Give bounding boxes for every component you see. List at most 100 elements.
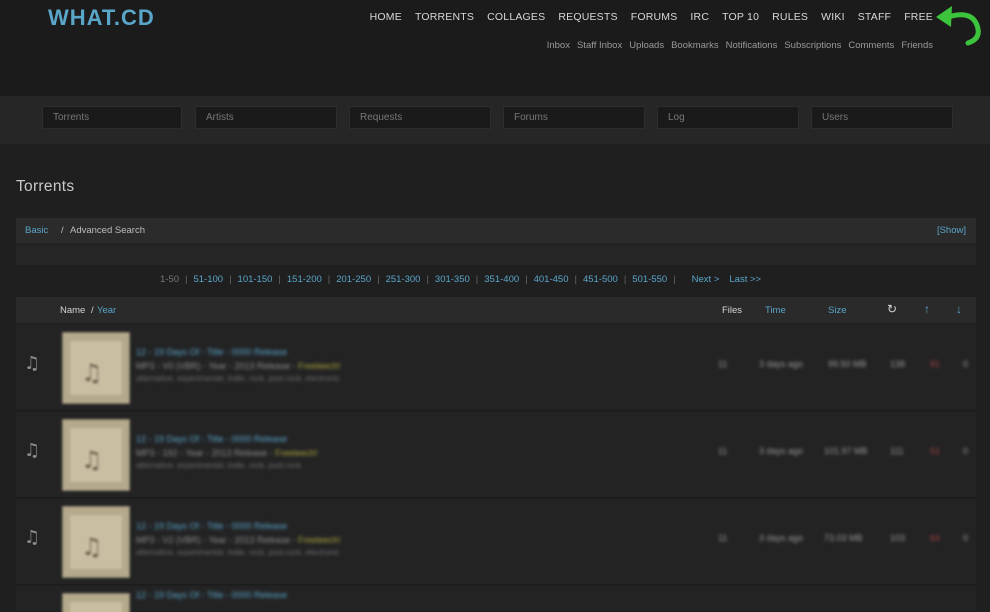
torrent-size: 101.97 MB [824, 446, 868, 456]
torrent-time: 3 days ago [759, 446, 804, 456]
torrent-size: 73.03 MB [824, 533, 863, 543]
show-search-link[interactable]: [Show] [937, 225, 966, 236]
user-nav-uploads[interactable]: Uploads [629, 40, 664, 51]
pagination-divider: | [377, 274, 380, 285]
torrent-format: MP3 - V0 (VBR) - Year - 2013 Release - [136, 361, 296, 371]
search-forums-input[interactable]: Forums [503, 106, 645, 129]
torrent-files: 11 [718, 533, 728, 543]
album-cover[interactable]: ♫ [62, 419, 130, 491]
pagination-next[interactable]: Next > [692, 274, 720, 285]
torrent-info: MP3 - 192 - Year - 2013 Release - Freele… [136, 448, 318, 458]
user-nav-subscriptions[interactable]: Subscriptions [784, 40, 841, 51]
search-torrents-input[interactable]: Torrents [42, 106, 182, 129]
torrent-row: 12 - 19 Days Of - Title - 0000 Release [16, 586, 976, 612]
user-nav-inbox[interactable]: Inbox [547, 40, 570, 51]
torrent-snatches: 103 [890, 533, 906, 543]
page-title: Torrents [16, 178, 75, 195]
pagination-current: 1-50 [160, 274, 180, 285]
user-nav-friends[interactable]: Friends [901, 40, 933, 51]
torrent-title-link[interactable]: 12 - 19 Days Of - Title - 0000 Release [136, 521, 287, 531]
torrent-tags[interactable]: alternative, experimental, indie, rock, … [136, 374, 340, 383]
sort-by-time[interactable]: Time [765, 305, 786, 316]
torrent-info: MP3 - V0 (VBR) - Year - 2013 Release - F… [136, 361, 341, 371]
pagination-page[interactable]: 151-200 [287, 274, 322, 285]
search-form-collapsed [16, 245, 976, 265]
freeleech-badge: Freeleech! [298, 361, 341, 371]
site-logo[interactable]: WHAT.CD [48, 5, 155, 31]
torrent-format: MP3 - 192 - Year - 2013 Release - [136, 448, 273, 458]
torrent-seeders: 64 [930, 533, 941, 543]
nav-home[interactable]: HOME [370, 11, 402, 23]
torrent-time: 3 days ago [759, 533, 804, 543]
torrent-title-link[interactable]: 12 - 19 Days Of - Title - 0000 Release [136, 347, 287, 357]
pagination-page[interactable]: 351-400 [484, 274, 519, 285]
pagination-page[interactable]: 501-550 [632, 274, 667, 285]
pagination-divider: | [185, 274, 188, 285]
user-nav-bookmarks[interactable]: Bookmarks [671, 40, 719, 51]
nav-rules[interactable]: RULES [772, 11, 808, 23]
nav-wiki[interactable]: WIKI [821, 11, 845, 23]
green-curved-arrow-icon [936, 6, 981, 46]
torrent-leechers: 0 [963, 533, 969, 543]
torrent-table-header: Name / Year Files Time Size ↻ ↑ ↓ [16, 297, 976, 323]
search-users-input[interactable]: Users [811, 106, 953, 129]
pagination-divider: | [229, 274, 232, 285]
main-nav: HOME TORRENTS COLLAGES REQUESTS FORUMS I… [357, 11, 933, 23]
nav-irc[interactable]: IRC [690, 11, 709, 23]
album-cover[interactable]: ♫ [62, 506, 130, 578]
user-nav-notifications[interactable]: Notifications [726, 40, 778, 51]
snatched-refresh-icon[interactable]: ↻ [887, 302, 897, 316]
pagination-divider: | [278, 274, 281, 285]
torrent-title-link[interactable]: 12 - 19 Days Of - Title - 0000 Release [136, 590, 287, 600]
search-log-input[interactable]: Log [657, 106, 799, 129]
sort-by-files[interactable]: Files [722, 305, 742, 316]
pagination-divider: | [475, 274, 479, 285]
search-requests-input[interactable]: Requests [349, 106, 491, 129]
advanced-search-link[interactable]: Advanced Search [70, 225, 145, 236]
pagination-page[interactable]: 301-350 [435, 274, 470, 285]
torrent-tags[interactable]: alternative, experimental, indie, rock, … [136, 548, 340, 557]
pagination-divider: | [426, 274, 429, 285]
torrent-snatches: 111 [890, 446, 904, 456]
pagination-divider: | [673, 274, 676, 285]
basic-search-link[interactable]: Basic [25, 225, 48, 236]
torrent-format: MP3 - V2 (VBR) - Year - 2013 Release - [136, 535, 296, 545]
album-cover[interactable] [62, 593, 130, 612]
torrent-files: 11 [718, 446, 728, 456]
pagination-page[interactable]: 51-100 [193, 274, 223, 285]
user-nav-staff-inbox[interactable]: Staff Inbox [577, 40, 622, 51]
user-nav-comments[interactable]: Comments [848, 40, 894, 51]
freeleech-badge: Freeleech! [298, 535, 341, 545]
leechers-down-arrow-icon[interactable]: ↓ [956, 302, 962, 316]
freeleech-badge: Freeleech! [275, 448, 318, 458]
album-cover[interactable]: ♫ [62, 332, 130, 404]
nav-forums[interactable]: FORUMS [631, 11, 678, 23]
torrent-title-link[interactable]: 12 - 19 Days Of - Title - 0000 Release [136, 434, 287, 444]
nav-torrents[interactable]: TORRENTS [415, 11, 474, 23]
torrent-leechers: 0 [963, 359, 969, 369]
torrent-time: 3 days ago [759, 359, 804, 369]
pagination-page[interactable]: 251-300 [386, 274, 421, 285]
mode-separator: / [61, 225, 64, 236]
torrent-tags[interactable]: alternative, experimental, indie, rock, … [136, 461, 301, 470]
seeders-up-arrow-icon[interactable]: ↑ [924, 302, 930, 316]
sort-by-name[interactable]: Name [60, 305, 85, 316]
torrent-row: ♫ ♫ 12 - 19 Days Of - Title - 0000 Relea… [16, 325, 976, 411]
nav-collages[interactable]: COLLAGES [487, 11, 545, 23]
sort-by-size[interactable]: Size [828, 305, 846, 316]
nav-staff[interactable]: STAFF [858, 11, 891, 23]
user-nav: Inbox Staff Inbox Uploads Bookmarks Noti… [540, 40, 933, 51]
sort-by-year[interactable]: Year [97, 305, 116, 316]
pagination-page[interactable]: 201-250 [336, 274, 371, 285]
nav-requests[interactable]: REQUESTS [558, 11, 617, 23]
pagination-page[interactable]: 451-500 [583, 274, 618, 285]
nav-top10[interactable]: TOP 10 [722, 11, 759, 23]
music-note-icon: ♫ [24, 440, 41, 461]
pagination-page[interactable]: 401-450 [534, 274, 569, 285]
pagination-last[interactable]: Last >> [729, 274, 761, 285]
nav-free[interactable]: FREE [904, 11, 933, 23]
pagination-page[interactable]: 101-150 [238, 274, 273, 285]
search-artists-input[interactable]: Artists [195, 106, 337, 129]
site-header: WHAT.CD HOME TORRENTS COLLAGES REQUESTS … [0, 0, 990, 96]
pagination: 1-50 | 51-100 | 101-150 | 151-200 | 201-… [160, 274, 761, 285]
